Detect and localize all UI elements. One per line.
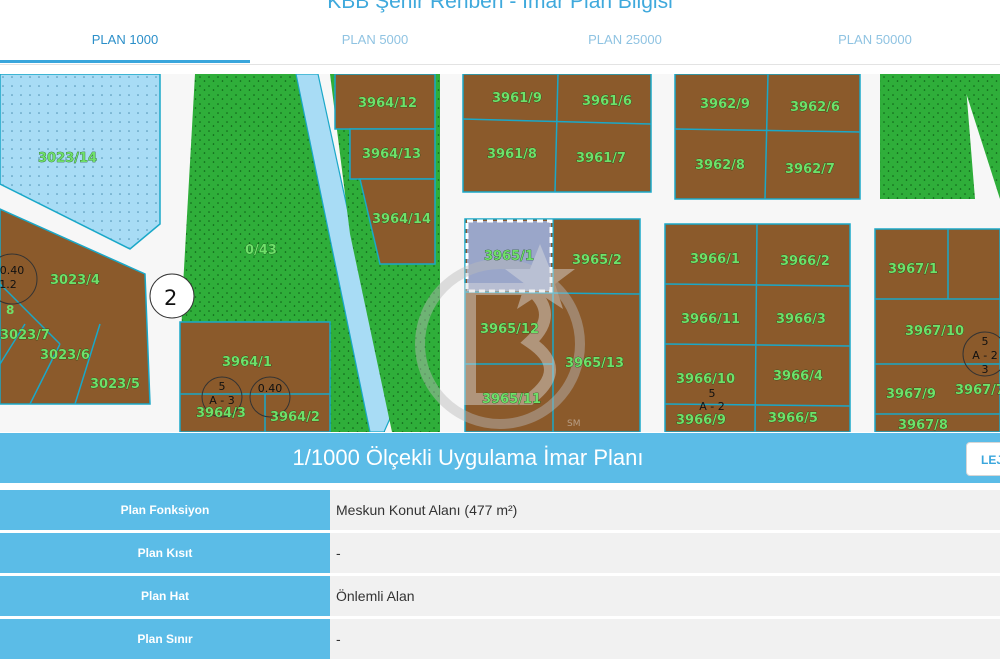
parcel-label-3965-13: 3965/13: [565, 356, 624, 371]
tab-plan-5000[interactable]: PLAN 5000: [250, 18, 500, 62]
table-row: Plan Kısıt -: [0, 533, 1000, 573]
page-title: KBB Şehir Rehberi - İmar Plan Bilgisi: [327, 0, 673, 13]
parcel-label-3966-5: 3966/5: [768, 411, 818, 426]
parcel-label-3967-10: 3967/10: [905, 324, 964, 339]
zone-code-r1-top: 0.40: [0, 264, 24, 277]
plan-sinir-label: Plan Sınır: [0, 619, 330, 659]
parcel-label-3964-2: 3964/2: [270, 410, 320, 425]
parcel-label-3964-14: 3964/14: [372, 212, 431, 227]
tab-plan-25000[interactable]: PLAN 25000: [500, 18, 750, 62]
parcel-label-3965-12: 3965/12: [480, 322, 539, 337]
plan-kisit-label: Plan Kısıt: [0, 533, 330, 573]
parcel-label-3962-7: 3962/7: [785, 162, 835, 177]
zone-code-r3-top: 0.40: [258, 382, 283, 395]
road-number: 2: [164, 286, 177, 310]
parcel-label-3961-8: 3961/8: [487, 147, 537, 162]
table-row: Plan Sınır -: [0, 619, 1000, 659]
parcel-label-3023-4: 3023/4: [50, 273, 100, 288]
plan-fonksiyon-label: Plan Fonksiyon: [0, 490, 330, 530]
zone-code-r5-top: 5: [709, 387, 716, 400]
parcel-label-3966-10: 3966/10: [676, 372, 735, 387]
zone-code-r1-mid: 1.2: [0, 278, 17, 291]
table-row: Plan Hat Önlemli Alan: [0, 576, 1000, 616]
parcel-label-3967-7: 3967/7: [955, 383, 1000, 398]
zone-code-r5-mid: A - 2: [699, 400, 725, 413]
zone-code-r4-bottom: 3: [982, 363, 989, 376]
parcel-label-3023-14: 3023/14: [38, 151, 97, 166]
legend-button[interactable]: LEJ: [966, 442, 1000, 476]
parcel-label-3966-3: 3966/3: [776, 312, 826, 327]
parcel-label-0-43: 0/43: [245, 243, 277, 258]
parcel-label-3966-9: 3966/9: [676, 413, 726, 428]
parcel-label-3964-13: 3964/13: [362, 147, 421, 162]
plan-info-table: Plan Fonksiyon Meskun Konut Alanı (477 m…: [0, 490, 1000, 662]
parcel-label-3965-2: 3965/2: [572, 253, 622, 268]
parcel-label-3967-8: 3967/8: [898, 418, 948, 432]
parcel-label-3961-9: 3961/9: [492, 91, 542, 106]
zone-code-r4-top: 5: [982, 335, 989, 348]
plan-hat-value: Önlemli Alan: [330, 576, 1000, 616]
plan-hat-label: Plan Hat: [0, 576, 330, 616]
parcel-label-3966-1: 3966/1: [690, 252, 740, 267]
parcel-label-3961-6: 3961/6: [582, 94, 632, 109]
page-header: KBB Şehir Rehberi - İmar Plan Bilgisi: [0, 0, 1000, 16]
parcel-label-3023-7: 3023/7: [0, 328, 50, 343]
parcel-label-3966-2: 3966/2: [780, 254, 830, 269]
zone-code-r2-top: 5: [219, 380, 226, 393]
plan-tabs: PLAN 1000 PLAN 5000 PLAN 25000 PLAN 5000…: [0, 18, 1000, 65]
table-row: Plan Fonksiyon Meskun Konut Alanı (477 m…: [0, 490, 1000, 530]
plan-sinir-value: -: [330, 619, 1000, 659]
parcel-label-3967-9: 3967/9: [886, 387, 936, 402]
parcel-label-3965-11: 3965/11: [482, 392, 541, 407]
plan-fonksiyon-value: Meskun Konut Alanı (477 m²): [330, 490, 1000, 530]
parcel-label-3962-8: 3962/8: [695, 158, 745, 173]
section-title: 1/1000 Ölçekli Uygulama İmar Planı: [292, 445, 644, 470]
parcel-label-3962-9: 3962/9: [700, 97, 750, 112]
map-green-area-east: [880, 74, 975, 199]
parcel-label-3966-11: 3966/11: [681, 312, 740, 327]
tab-plan-50000[interactable]: PLAN 50000: [750, 18, 1000, 62]
parcel-label-3964-3: 3964/3: [196, 406, 246, 421]
parcel-label-3967-1: 3967/1: [888, 262, 938, 277]
parcel-label-3966-4: 3966/4: [773, 369, 823, 384]
parcel-label-3023-6: 3023/6: [40, 348, 90, 363]
parcel-label-3965-1: 3965/1: [484, 249, 534, 264]
plan-kisit-value: -: [330, 533, 1000, 573]
zone-code-r6: 8: [6, 303, 14, 317]
parcel-label-3964-1: 3964/1: [222, 355, 272, 370]
zone-code-r4-mid: A - 2: [972, 349, 998, 362]
parcel-label-3023-5: 3023/5: [90, 377, 140, 392]
tab-plan-1000[interactable]: PLAN 1000: [0, 18, 250, 63]
parcel-label-3962-6: 3962/6: [790, 100, 840, 115]
zoning-map[interactable]: 0.40 1.2 8 2 5 A - 3 0.40 5 A - 2 3 5 A …: [0, 74, 1000, 432]
parcel-label-3961-7: 3961/7: [576, 151, 626, 166]
watermark-text: SM: [567, 419, 580, 429]
road-number-marker: 2: [149, 273, 195, 319]
parcel-label-3964-12: 3964/12: [358, 96, 417, 111]
section-header: 1/1000 Ölçekli Uygulama İmar Planı LEJ: [0, 433, 1000, 483]
